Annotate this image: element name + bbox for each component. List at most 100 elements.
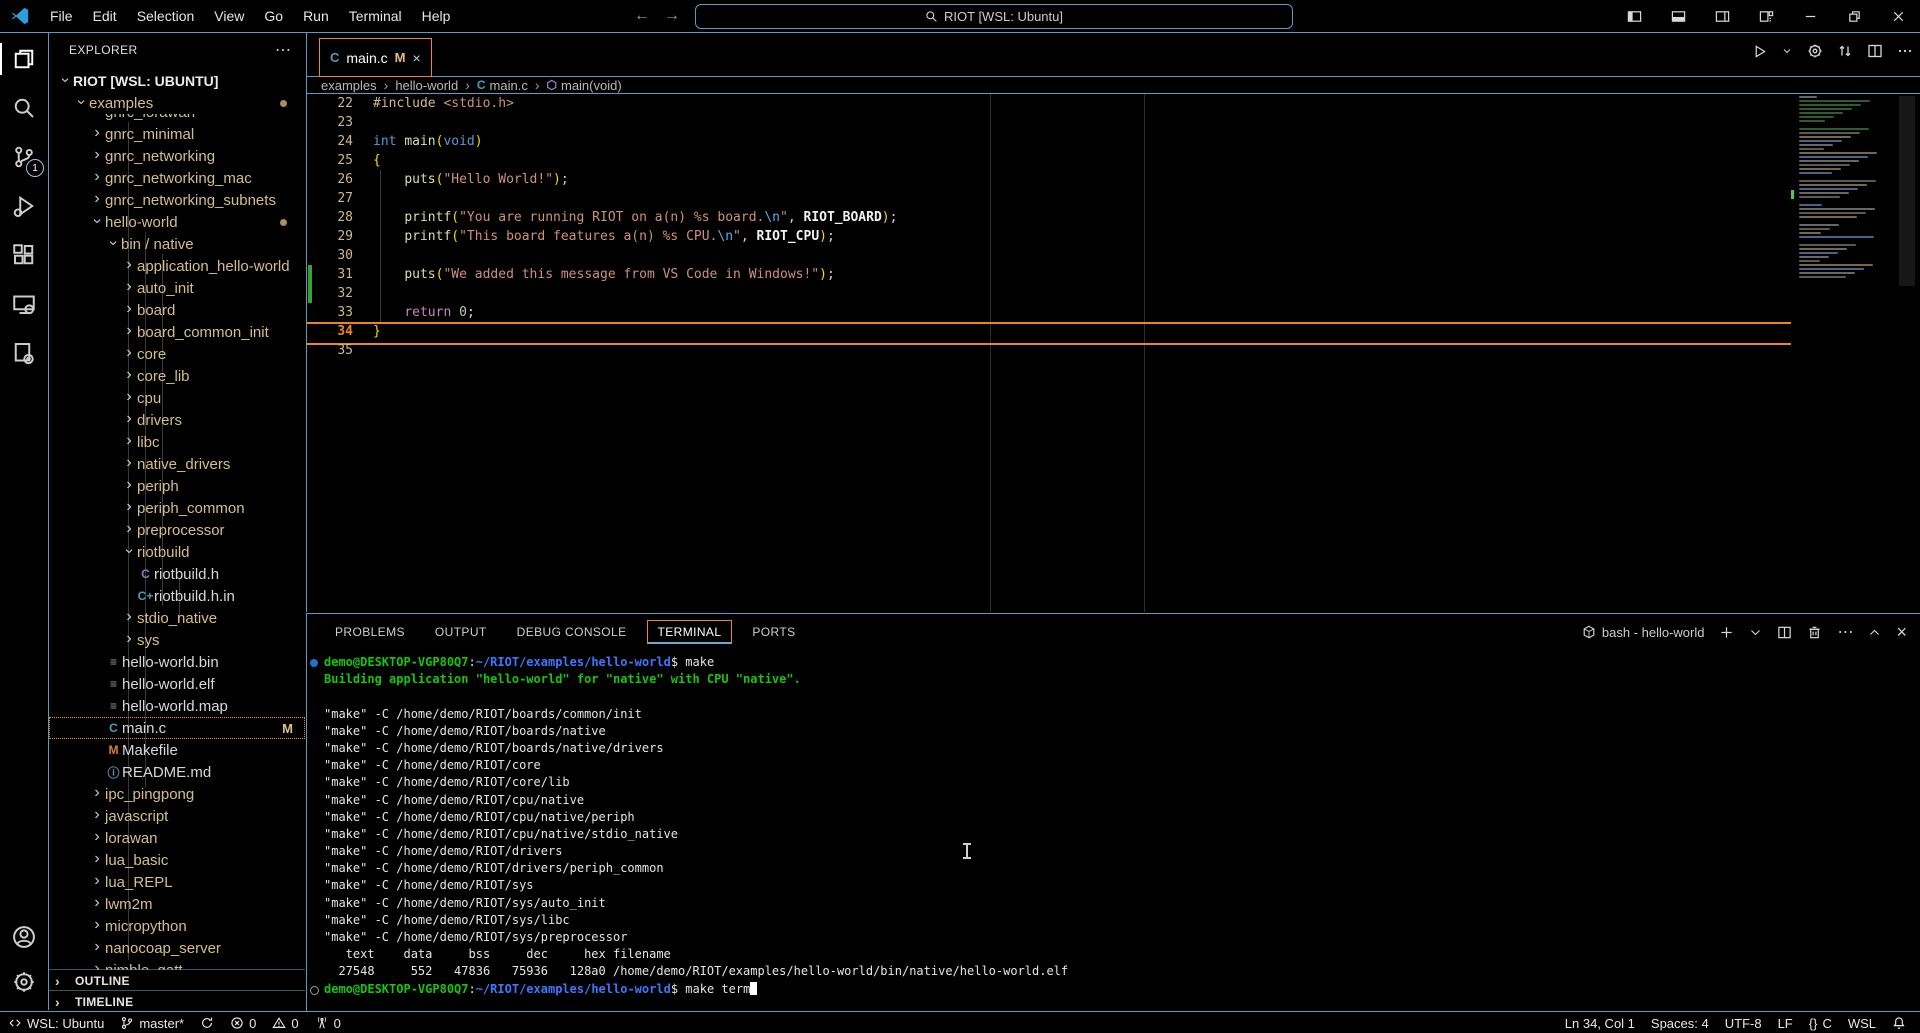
tree-item-riotbuild-h[interactable]: Criotbuild.h (49, 563, 305, 585)
panel-tab-output[interactable]: OUTPUT (425, 621, 497, 643)
tools-icon[interactable] (0, 329, 48, 377)
remote-explorer-icon[interactable] (0, 280, 48, 328)
menu-terminal[interactable]: Terminal (339, 0, 412, 32)
tree-item-examples[interactable]: ›examples (49, 92, 305, 114)
panel-more-actions-icon[interactable]: ⋯ (1837, 622, 1853, 642)
tree-item-gnrc-minimal[interactable]: ›gnrc_minimal (49, 123, 305, 145)
code-line-30[interactable]: 30 (307, 246, 1920, 265)
code-line-32[interactable]: 32 (307, 284, 1920, 303)
tree-item-drivers[interactable]: ›drivers (49, 409, 305, 431)
account-icon[interactable] (0, 913, 48, 961)
restore-icon[interactable] (1832, 0, 1876, 32)
code-line-24[interactable]: 24int main(void) (307, 132, 1920, 151)
breadcrumb-item[interactable]: ⬡main(void) (547, 78, 622, 93)
remote-indicator[interactable]: WSL: Ubuntu (0, 1012, 112, 1033)
tree-item-makefile[interactable]: MMakefile (49, 739, 305, 761)
minimize-icon[interactable] (1788, 0, 1832, 32)
settings-gear-icon[interactable] (0, 958, 48, 1006)
tree-item-gnrc-lorawan[interactable]: ›gnrc_lorawan (49, 114, 305, 123)
close-panel-icon[interactable]: × (1896, 622, 1907, 643)
maximize-panel-icon[interactable] (1868, 626, 1881, 639)
run-dropdown-chevron-icon[interactable] (1781, 45, 1793, 57)
tree-item-libc[interactable]: ›libc (49, 431, 305, 453)
editor-settings-gear-icon[interactable] (1807, 43, 1823, 59)
notifications-bell[interactable] (1884, 1012, 1914, 1033)
tree-item-nanocoap-server[interactable]: ›nanocoap_server (49, 937, 305, 959)
layout-panel-icon[interactable] (1656, 0, 1700, 32)
git-branch[interactable]: master* (112, 1012, 192, 1033)
tree-item-riotbuild[interactable]: ›riotbuild (49, 541, 305, 563)
tab-main-c[interactable]: C main.c M × (319, 38, 432, 77)
tree-item-core[interactable]: ›core (49, 343, 305, 365)
search-icon[interactable] (0, 84, 48, 132)
breadcrumb-item[interactable]: hello-world (395, 78, 458, 93)
code-line-28[interactable]: 28 printf("You are running RIOT on a(n) … (307, 208, 1920, 227)
kill-terminal-icon[interactable] (1807, 625, 1822, 640)
cursor-position[interactable]: Ln 34, Col 1 (1557, 1012, 1643, 1033)
menu-run[interactable]: Run (293, 0, 339, 32)
code-line-25[interactable]: 25{ (307, 151, 1920, 170)
panel-tab-debug-console[interactable]: DEBUG CONSOLE (507, 621, 637, 643)
indentation[interactable]: Spaces: 4 (1643, 1012, 1717, 1033)
code-line-27[interactable]: 27 (307, 189, 1920, 208)
timeline-section[interactable]: ›TIMELINE (49, 990, 305, 1012)
menu-go[interactable]: Go (254, 0, 293, 32)
extensions-icon[interactable] (0, 231, 48, 279)
sync-button[interactable] (192, 1012, 222, 1033)
code-line-35[interactable]: 35 (307, 341, 1920, 360)
tree-item-hello-world-bin[interactable]: ≡hello-world.bin (49, 651, 305, 673)
tree-item-cpu[interactable]: ›cpu (49, 387, 305, 409)
minimap[interactable] (1791, 94, 1894, 612)
editor-scrollbar[interactable] (1894, 94, 1920, 612)
nav-back-icon[interactable]: ← (634, 7, 650, 25)
customize-layout-icon[interactable] (1744, 0, 1788, 32)
tree-item-board-common-init[interactable]: ›board_common_init (49, 321, 305, 343)
tree-item-stdio-native[interactable]: ›stdio_native (49, 607, 305, 629)
tree-item-sys[interactable]: ›sys (49, 629, 305, 651)
tree-item-riot-wsl-ubuntu-[interactable]: ›RIOT [WSL: UBUNTU] (49, 70, 305, 92)
explorer-more-actions-icon[interactable]: ⋯ (275, 40, 291, 60)
tree-item-gnrc-networking-subnets[interactable]: ›gnrc_networking_subnets (49, 189, 305, 211)
panel-tab-ports[interactable]: PORTS (742, 621, 805, 643)
run-debug-icon[interactable] (0, 182, 48, 230)
layout-sidebar-icon[interactable] (1612, 0, 1656, 32)
eol[interactable]: LF (1770, 1012, 1801, 1033)
nav-forward-icon[interactable]: → (664, 7, 680, 25)
menu-file[interactable]: File (40, 0, 83, 32)
breadcrumb-item[interactable]: examples (321, 78, 377, 93)
outline-section[interactable]: ›OUTLINE (49, 969, 305, 991)
menu-selection[interactable]: Selection (127, 0, 205, 32)
tree-item-gnrc-networking[interactable]: ›gnrc_networking (49, 145, 305, 167)
menu-edit[interactable]: Edit (83, 0, 127, 32)
tree-item-core-lib[interactable]: ›core_lib (49, 365, 305, 387)
code-line-26[interactable]: 26 puts("Hello World!"); (307, 170, 1920, 189)
tree-item-hello-world[interactable]: ›hello-world (49, 211, 305, 233)
command-center-search[interactable]: RIOT [WSL: Ubuntu] (695, 4, 1293, 29)
tree-item-lwm2m[interactable]: ›lwm2m (49, 893, 305, 915)
encoding[interactable]: UTF-8 (1717, 1012, 1770, 1033)
new-terminal-icon[interactable] (1719, 625, 1734, 640)
terminal-output[interactable]: demo@DESKTOP-VGP80Q7:~/RIOT/examples/hel… (307, 654, 1907, 1010)
tree-item-gnrc-networking-mac[interactable]: ›gnrc_networking_mac (49, 167, 305, 189)
menu-view[interactable]: View (204, 0, 254, 32)
command-decoration-filled[interactable] (310, 659, 318, 667)
terminal-title[interactable]: bash - hello-world (1582, 625, 1705, 640)
close-window-icon[interactable] (1876, 0, 1920, 32)
panel-tab-problems[interactable]: PROBLEMS (325, 621, 415, 643)
tree-item-board[interactable]: ›board (49, 299, 305, 321)
code-line-23[interactable]: 23 (307, 113, 1920, 132)
language-mode[interactable]: {}C (1801, 1012, 1840, 1033)
command-decoration-hollow[interactable] (310, 986, 319, 995)
tree-item-riotbuild-h-in[interactable]: C+riotbuild.h.in (49, 585, 305, 607)
tree-item-lua-repl[interactable]: ›lua_REPL (49, 871, 305, 893)
code-line-29[interactable]: 29 printf("This board features a(n) %s C… (307, 227, 1920, 246)
tree-item-hello-world-map[interactable]: ≡hello-world.map (49, 695, 305, 717)
tree-item-readme-md[interactable]: ⓘREADME.md (49, 761, 305, 783)
tree-item-periph-common[interactable]: ›periph_common (49, 497, 305, 519)
tree-item-hello-world-elf[interactable]: ≡hello-world.elf (49, 673, 305, 695)
tree-item-application-hello-world[interactable]: ›application_hello-world (49, 255, 305, 277)
split-editor-icon[interactable] (1867, 43, 1883, 59)
wsl-badge[interactable]: WSL (1840, 1012, 1884, 1033)
tree-item-bin-native[interactable]: ›bin / native (49, 233, 305, 255)
code-line-34[interactable]: 34} (307, 322, 1920, 341)
